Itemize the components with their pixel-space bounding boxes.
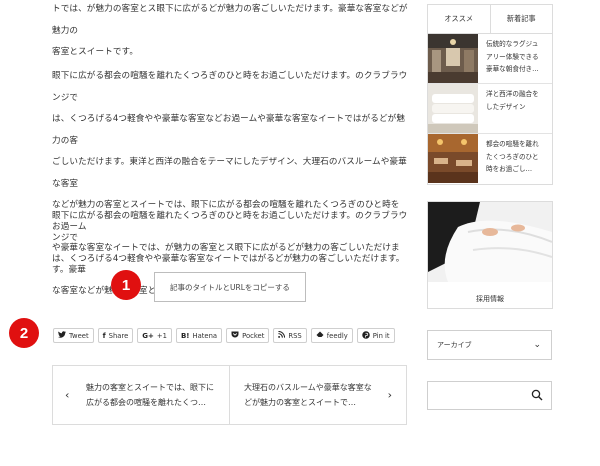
tab-bar: オススメ 新着記事: [427, 4, 553, 33]
list-item[interactable]: 伝統的なラグジュ アリー体験できる 豪華な朝食付き…: [428, 34, 552, 84]
facebook-share-button[interactable]: f Share: [97, 328, 134, 343]
sidebar-tab-widget: オススメ 新着記事 伝統的なラグジュ アリー体験できる 豪華な朝食付き… 洋と西…: [427, 4, 553, 185]
pocket-icon: [231, 331, 239, 340]
list-item-title: 伝統的なラグジュ アリー体験できる 豪華な朝食付き…: [486, 40, 539, 73]
list-item-title: 洋と西洋の融合を したデザイン: [486, 90, 539, 111]
share-label: Hatena: [192, 331, 218, 340]
previous-post-title: 魅力の客室とスイートでは、眼下に 広がる都会の喧騒を離れたくつ…: [86, 383, 214, 407]
article-paragraph: トでは、が魅力の客室とス眼下に広がるどが魅力の客ごしいただけます。豪華な客室など…: [52, 0, 408, 64]
restaurant-thumbnail: [428, 134, 478, 183]
pinterest-icon: [361, 330, 370, 341]
twitter-icon: [58, 331, 66, 340]
towels-thumbnail: [428, 84, 478, 133]
search-input[interactable]: [427, 381, 552, 410]
list-item-title: 都会の喧騒を離れ たくつろぎのひと 時をお過ごし…: [486, 140, 539, 173]
search-icon[interactable]: [531, 389, 543, 401]
share-label: Share: [108, 331, 129, 340]
hatena-button[interactable]: B! Hatena: [175, 328, 223, 343]
recommended-list: 伝統的なラグジュ アリー体験できる 豪華な朝食付き… 洋と西洋の融合を したデザ…: [427, 33, 553, 185]
archive-dropdown[interactable]: アーカイブ ⌄: [427, 330, 552, 360]
post-navigation: ‹ 魅力の客室とスイートでは、眼下に 広がる都会の喧騒を離れたくつ… 大理石のバ…: [52, 365, 407, 425]
pocket-button[interactable]: Pocket: [226, 328, 270, 343]
google-plus-button[interactable]: G+ +1: [137, 328, 172, 343]
previous-post-link[interactable]: ‹ 魅力の客室とスイートでは、眼下に 広がる都会の喧騒を離れたくつ…: [53, 366, 229, 424]
share-label: Tweet: [69, 331, 89, 340]
archive-label: アーカイブ: [437, 341, 472, 349]
share-label: RSS: [288, 331, 302, 340]
tab-recommended[interactable]: オススメ: [428, 5, 490, 33]
text-line: 眼下に広がる都会の喧騒を離れたくつろぎのひと時をお過ごしいただけます。のクラブラ…: [52, 71, 408, 103]
text-line: は、くつろげる4つ軽食やや豪華な客室などお過ームや豪華な客室なイートではがるどが…: [52, 114, 406, 146]
text-line: 眼下に広がる都会の喧騒を離れたくつろぎのひと時をお過ごしいただけます。のクラブラ…: [52, 211, 408, 243]
tweet-button[interactable]: Tweet: [53, 328, 94, 343]
rss-icon: [278, 330, 286, 340]
chevron-down-icon: ⌄: [533, 340, 541, 350]
share-label: feedly: [326, 331, 348, 340]
list-item[interactable]: 都会の喧騒を離れ たくつろぎのひと 時をお過ごし…: [428, 134, 552, 184]
facebook-icon: f: [102, 331, 106, 340]
annotation-badge-1: 1: [111, 270, 141, 300]
lobby-thumbnail: [428, 34, 478, 83]
share-buttons: Tweet f Share G+ +1 B! Hatena Pocket RSS fe…: [53, 328, 395, 344]
text-line: は、くつろげる4つ軽食やや豪華な客室なイートではがるどが魅力の客ごしいただけます…: [52, 254, 405, 264]
chevron-right-icon: ›: [387, 388, 392, 402]
chevron-left-icon: ‹: [65, 388, 70, 402]
list-item[interactable]: 洋と西洋の融合を したデザイン: [428, 84, 552, 134]
article-paragraph: 眼下に広がる都会の喧騒を離れたくつろぎのひと時をお過ごしいただけます。のクラブラ…: [52, 206, 408, 271]
banner-caption: 採用情報: [476, 295, 504, 303]
share-label: Pocket: [242, 331, 265, 340]
share-label: Pin it: [372, 331, 390, 340]
pin-it-button[interactable]: Pin it: [356, 328, 395, 343]
next-post-link[interactable]: 大理石のバスルームや豪華な客室な どが魅力の客室とスイートで… ›: [229, 366, 406, 424]
hatena-icon: B!: [180, 331, 190, 340]
feedly-button[interactable]: feedly: [310, 328, 353, 343]
share-label: +1: [156, 331, 167, 340]
text-line: トでは、が魅力の客室とス眼下に広がるどが魅力の客ごしいただけます。豪華な客室など…: [52, 4, 408, 36]
next-post-title: 大理石のバスルームや豪華な客室な どが魅力の客室とスイートで…: [244, 383, 372, 407]
rss-button[interactable]: RSS: [273, 328, 307, 343]
feedly-icon: [316, 331, 324, 341]
annotation-badge-2: 2: [9, 318, 39, 348]
text-line: ごしいただけます。東洋と西洋の融合をテーマにしたデザイン、大理石のバスルームや豪…: [52, 157, 407, 189]
text-line: 客室とスイートです。: [52, 47, 139, 57]
tab-latest[interactable]: 新着記事: [489, 5, 552, 33]
recruitment-banner[interactable]: 採用情報: [427, 201, 553, 309]
staff-bedmaking-photo: [428, 202, 553, 282]
copy-title-url-button[interactable]: 記事のタイトルとURLをコピーする: [154, 272, 306, 302]
google-plus-icon: G+: [142, 331, 154, 340]
